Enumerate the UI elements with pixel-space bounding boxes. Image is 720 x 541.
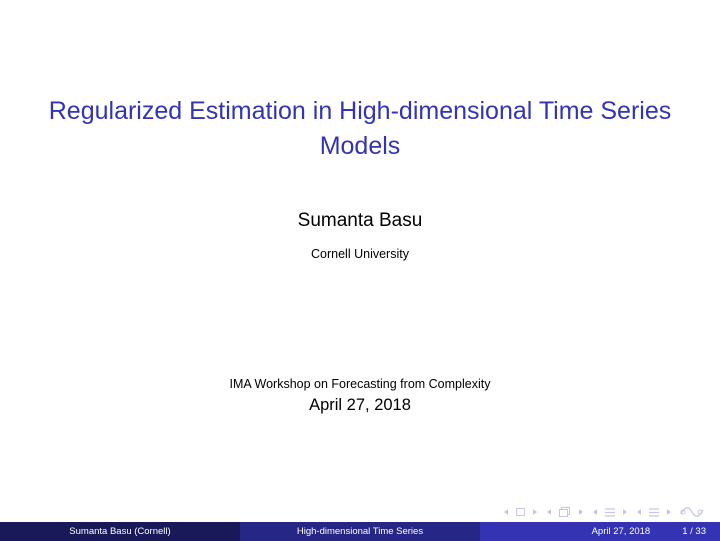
section-back-icon[interactable] xyxy=(590,507,600,517)
navigation-bar xyxy=(501,505,706,519)
subsection-forward-icon[interactable] xyxy=(576,507,586,517)
presentation-date: April 27, 2018 xyxy=(309,396,411,414)
subsection-back-icon[interactable] xyxy=(544,507,554,517)
slide: Regularized Estimation in High-dimension… xyxy=(0,0,720,541)
subsection-icon[interactable] xyxy=(558,506,572,518)
section-forward-icon[interactable] xyxy=(620,507,630,517)
footer-title: High-dimensional Time Series xyxy=(240,522,480,541)
institute: Cornell University xyxy=(311,247,409,261)
footer-bar: Sumanta Basu (Cornell) High-dimensional … xyxy=(0,522,720,541)
page-number: 1 / 33 xyxy=(682,526,706,537)
document-back-icon[interactable] xyxy=(634,507,644,517)
footer-author: Sumanta Basu (Cornell) xyxy=(0,522,240,541)
slide-title: Regularized Estimation in High-dimension… xyxy=(48,97,672,160)
frame-back-icon[interactable] xyxy=(501,507,511,517)
author-name: Sumanta Basu xyxy=(297,210,423,231)
frame-icon[interactable] xyxy=(515,507,526,517)
event-name: IMA Workshop on Forecasting from Complex… xyxy=(229,377,491,391)
document-icon[interactable] xyxy=(648,507,660,518)
footer-date-page: April 27, 2018 1 / 33 xyxy=(480,522,720,541)
search-icon[interactable] xyxy=(678,506,706,518)
frame-forward-icon[interactable] xyxy=(530,507,540,517)
footer-title-text: High-dimensional Time Series xyxy=(296,526,424,537)
section-icon[interactable] xyxy=(604,507,616,518)
document-forward-icon[interactable] xyxy=(664,507,674,517)
footer-date: April 27, 2018 xyxy=(591,526,651,537)
footer-author-text: Sumanta Basu (Cornell) xyxy=(69,526,171,537)
